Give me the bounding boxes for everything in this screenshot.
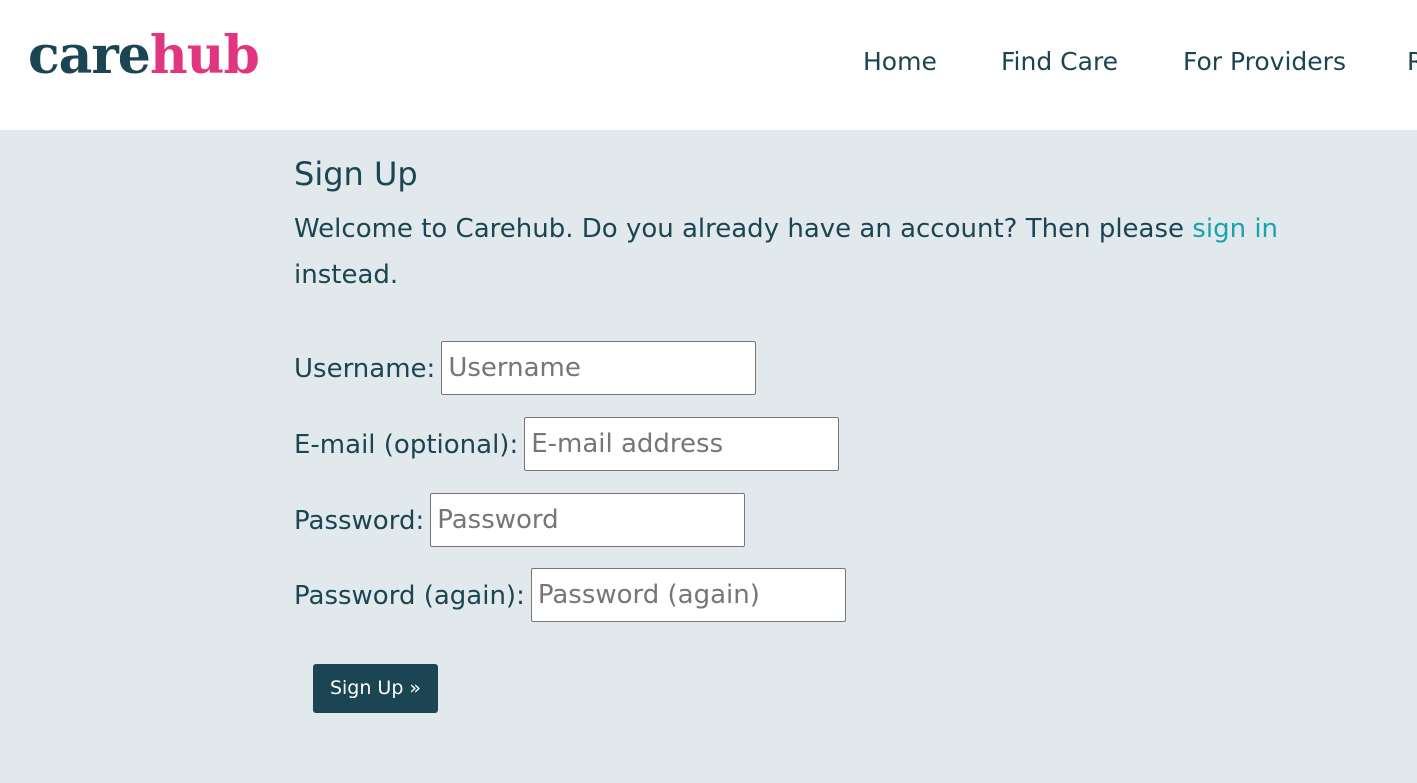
username-row: Username:	[294, 341, 757, 397]
password-again-row: Password (again):	[294, 568, 846, 624]
sign-in-link[interactable]: sign in	[1192, 214, 1278, 244]
intro-text-after: instead.	[294, 260, 399, 290]
email-input[interactable]	[524, 417, 840, 471]
email-row: E-mail (optional):	[294, 417, 840, 473]
password-again-label: Password (again):	[294, 581, 525, 611]
intro-text-before: Welcome to Carehub. Do you already have …	[294, 214, 1193, 244]
nav-link-truncated[interactable]: R	[1407, 42, 1417, 82]
nav-link-find-care[interactable]: Find Care	[1001, 42, 1118, 82]
carehub-logo[interactable]: carehub	[28, 24, 260, 88]
username-input[interactable]	[441, 341, 757, 395]
sign-up-button[interactable]: Sign Up »	[313, 664, 438, 713]
intro-text: Welcome to Carehub. Do you already have …	[294, 206, 1334, 298]
password-row: Password:	[294, 493, 746, 549]
password-again-input[interactable]	[530, 568, 846, 622]
logo-hub-text: hub	[149, 25, 260, 86]
logo-care-text: care	[28, 25, 151, 86]
password-input[interactable]	[430, 493, 746, 547]
nav-link-for-providers[interactable]: For Providers	[1183, 42, 1346, 82]
email-label: E-mail (optional):	[294, 430, 519, 460]
username-label: Username:	[294, 354, 436, 384]
site-header: carehub Home Find Care For Providers R	[0, 0, 1417, 130]
page-title: Sign Up	[294, 155, 418, 193]
nav-link-home[interactable]: Home	[863, 42, 937, 82]
password-label: Password:	[294, 506, 425, 536]
